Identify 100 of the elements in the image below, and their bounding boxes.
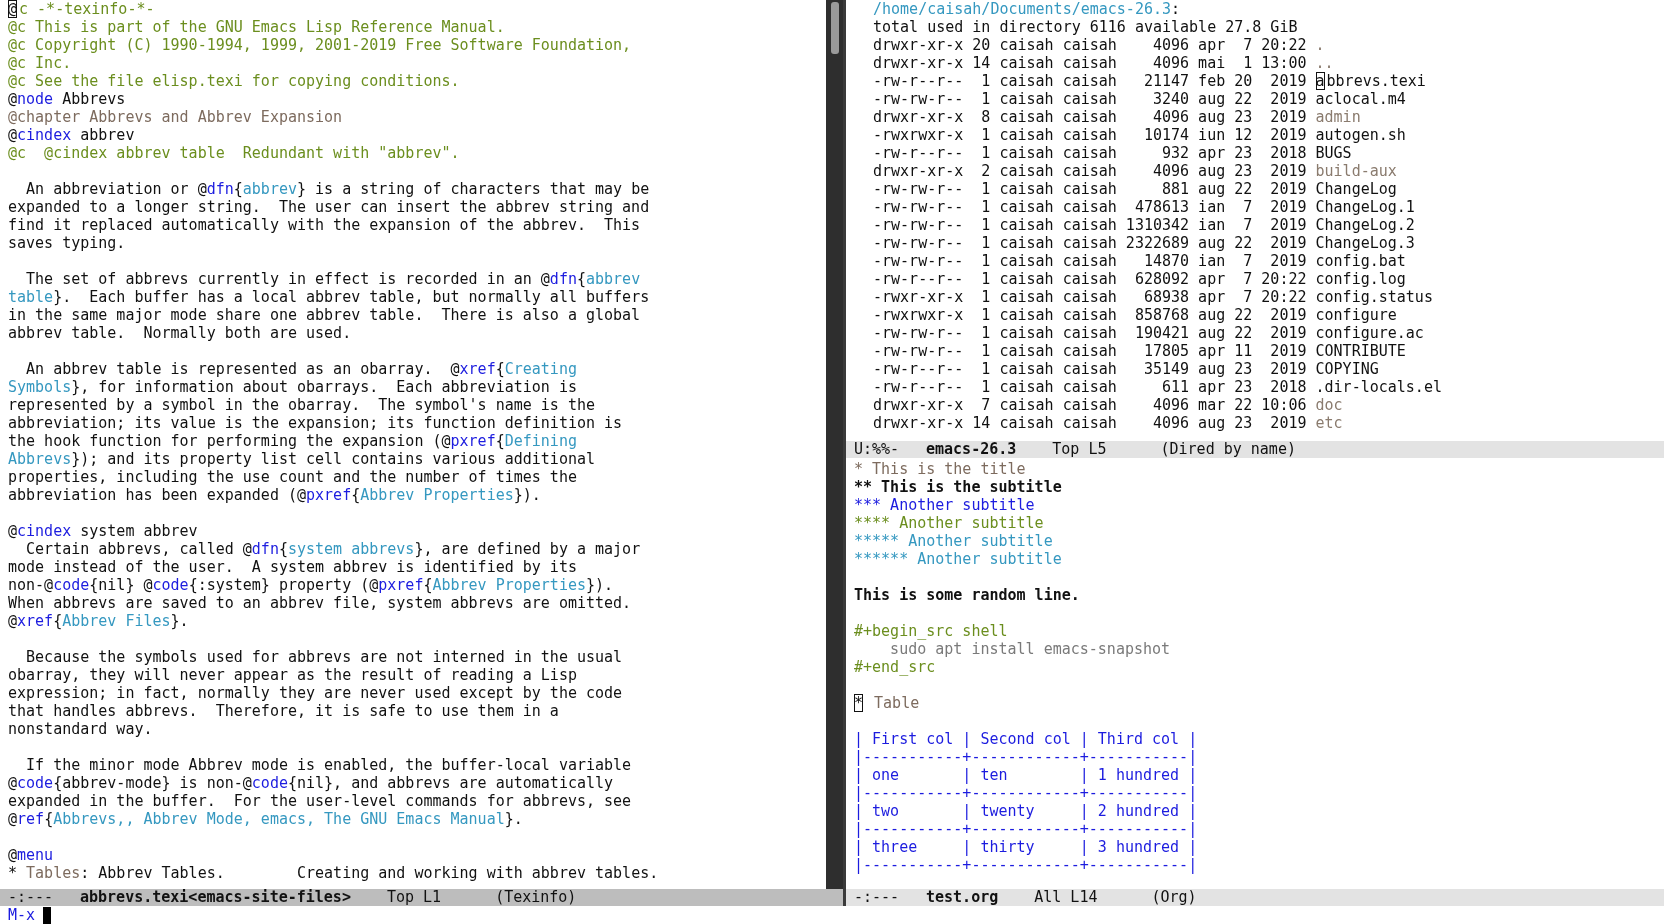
code-line: An abbreviation or @dfn{abbrev} is a string of characters that may be: [25, 180, 650, 198]
buffer-name: test.org: [926, 889, 999, 906]
directory-listing-line: -rw-rw-r-- 1 caisah caisah 881 aug 22 2019 ChangeLog: [873, 180, 1397, 198]
code-line: non-@code{nil} @code{:system} property (@pxref{Abbrev Properties}).: [8, 576, 614, 594]
code-line: abbrev table. Normally both are used.: [8, 324, 352, 342]
code-line: find it replaced automatically with the expansion of the abbrev. This: [8, 216, 641, 234]
code-line: Because the symbols used for abbrevs are not interned in the usual: [25, 648, 623, 666]
major-mode: (Dired by name): [1160, 441, 1296, 458]
directory-listing-line: -rw-rw-r-- 1 caisah caisah 17805 apr 11 2019 CONTRIBUTE: [873, 342, 1406, 360]
code-line: @node Abbrevs: [8, 90, 126, 108]
org-line: *** Another subtitle: [854, 496, 1035, 514]
org-line: ****** Another subtitle: [854, 550, 1062, 568]
code-line: @c See the file elisp.texi for copying conditions.: [8, 72, 460, 90]
directory-listing-line: -rw-rw-r-- 1 caisah caisah 14870 ian 7 2019 config.bat: [873, 252, 1406, 270]
directory-listing-line: drwxr-xr-x 20 caisah caisah 4096 apr 7 20:22 .: [873, 36, 1325, 54]
cursor-position: All L14: [1034, 889, 1098, 906]
directory-listing-line: -rw-rw-r-- 1 caisah caisah 478613 ian 7 2019 ChangeLog.1: [873, 198, 1415, 216]
minibuffer-prompt: M-x: [8, 906, 36, 924]
code-line: The set of abbrevs currently in effect is recorded in an @dfn{abbrev: [25, 270, 641, 288]
code-line: expanded to a longer string. The user can insert the abbrev string and: [8, 198, 650, 216]
directory-listing-line: drwxr-xr-x 8 caisah caisah 4096 aug 23 2019 admin: [873, 108, 1361, 126]
org-line: This is some random line.: [854, 586, 1080, 604]
buffer-name: abbrevs.texi<emacs-site-files>: [80, 889, 351, 906]
code-line: @c This is part of the GNU Emacs Lisp Reference Manual.: [8, 18, 505, 36]
org-line: **** Another subtitle: [854, 514, 1044, 532]
directory-listing-line: -rw-r--r-- 1 caisah caisah 932 apr 23 2018 BUGS: [873, 144, 1352, 162]
buffer-name: emacs-26.3: [926, 441, 1017, 458]
code-line: that handles abbrevs. Therefore, it is safe to use them in a: [8, 702, 559, 720]
org-line: |-----------+------------+-----------|: [854, 784, 1198, 802]
mode-line-status: -:---: [8, 889, 55, 906]
org-line: * This is the title: [854, 460, 1026, 478]
code-line: @c Inc.: [8, 54, 72, 72]
code-line: @cindex abbrev: [8, 126, 135, 144]
org-line: | one | ten | 1 hundred |: [854, 766, 1198, 784]
directory-listing-line: -rwxr-xr-x 1 caisah caisah 68938 apr 7 20:22 config.status: [873, 288, 1433, 306]
org-line: ***** Another subtitle: [854, 532, 1053, 550]
directory-listing-line: -rw-r--r-- 1 caisah caisah 628092 apr 7 20:22 config.log: [873, 270, 1406, 288]
code-line: abbreviation has been expanded (@pxref{Abbrev Properties}).: [8, 486, 541, 504]
code-line: * Tables: Abbrev Tables. Creating and working with abbrev tables.: [8, 864, 659, 882]
scrollbar[interactable]: [826, 0, 843, 889]
org-line: |-----------+------------+-----------|: [854, 820, 1198, 838]
org-line: | First col | Second col | Third col |: [854, 730, 1198, 748]
major-mode: (Org): [1151, 889, 1197, 906]
code-line: in the same major mode share one abbrev table. There is also a global: [8, 306, 641, 324]
code-line: @menu: [8, 846, 54, 864]
mode-line-status: U:%%-: [854, 441, 901, 458]
code-line: mode instead of the user. A system abbrev is identified by its: [8, 558, 577, 576]
code-line: table}. Each buffer has a local abbrev table, but normally all buffers: [8, 288, 650, 306]
code-line: @cindex system abbrev: [8, 522, 198, 540]
code-line: @c @cindex abbrev table Redundant with "abbrev".: [8, 144, 460, 162]
code-line: Certain abbrevs, called @dfn{system abbrevs}, are defined by a major: [25, 540, 641, 558]
major-mode: (Texinfo): [495, 889, 577, 906]
directory-listing-line: -rw-rw-r-- 1 caisah caisah 1310342 ian 7 2019 ChangeLog.2: [873, 216, 1415, 234]
code-line: @xref{Abbrev Files}.: [8, 612, 189, 630]
directory-listing-line: drwxr-xr-x 14 caisah caisah 4096 mai 1 13:00 ..: [873, 54, 1334, 72]
org-line: #+end_src: [854, 658, 936, 676]
code-line: If the minor mode Abbrev mode is enabled, the buffer-local variable: [25, 756, 632, 774]
code-line: @code{abbrev-mode} is non-@code{nil}, and abbrevs are automatically: [8, 774, 614, 792]
code-line: obarray, they will never appear as the result of reading a Lisp: [8, 666, 577, 684]
cursor-position: Top L1: [386, 889, 442, 906]
code-line: @chapter Abbrevs and Abbrev Expansion: [8, 108, 343, 126]
org-line: ** This is the subtitle: [854, 478, 1062, 496]
code-line: abbreviation; its value is the expansion; its function definition is: [8, 414, 623, 432]
code-line: @c Copyright (C) 1990-1994, 1999, 2001-2019 Free Software Foundation,: [8, 36, 632, 54]
cursor-block: [43, 906, 52, 924]
org-line: * Table: [854, 694, 920, 712]
code-line: Abbrevs}); and its property list cell contains various additional: [8, 450, 595, 468]
directory-listing-line: -rw-r--r-- 1 caisah caisah 35149 aug 23 2019 COPYING: [873, 360, 1379, 378]
org-line: | two | twenty | 2 hundred |: [854, 802, 1198, 820]
org-line: sudo apt install emacs-snapshot: [889, 640, 1171, 658]
org-line: | three | thirty | 3 hundred |: [854, 838, 1198, 856]
code-line: An abbrev table is represented as an obarray. @xref{Creating: [25, 360, 577, 378]
directory-listing-line: /home/caisah/Documents/emacs-26.3:: [873, 0, 1181, 18]
code-line: nonstandard way.: [8, 720, 153, 738]
code-line: When abbrevs are saved to an abbrev file, system abbrevs are omitted.: [8, 594, 632, 612]
code-line: @ref{Abbrevs,, Abbrev Mode, emacs, The GNU Emacs Manual}.: [8, 810, 523, 828]
cursor-position: Top L5: [1052, 441, 1107, 458]
org-line: |-----------+------------+-----------|: [854, 748, 1198, 766]
org-line: |-----------+------------+-----------|: [854, 856, 1198, 874]
directory-listing-line: -rw-r--r-- 1 caisah caisah 611 apr 23 2018 .dir-locals.el: [873, 378, 1442, 396]
code-line: saves typing.: [8, 234, 126, 252]
directory-listing-line: drwxr-xr-x 14 caisah caisah 4096 aug 23 2019 etc: [873, 414, 1343, 432]
code-line: properties, including the use count and the number of times the: [8, 468, 577, 486]
directory-listing-line: drwxr-xr-x 2 caisah caisah 4096 aug 23 2019 build-aux: [873, 162, 1397, 180]
directory-listing-line: -rw-rw-r-- 1 caisah caisah 2322689 aug 22 2019 ChangeLog.3: [873, 234, 1415, 252]
code-line: expression; in fact, normally they are never used except by the code: [8, 684, 623, 702]
directory-listing-line: -rwxrwxr-x 1 caisah caisah 858768 aug 22 2019 configure: [873, 306, 1397, 324]
code-line: Symbols}, for information about obarrays. Each abbreviation is: [8, 378, 577, 396]
directory-listing-line: -rw-rw-r-- 1 caisah caisah 190421 aug 22 2019 configure.ac: [873, 324, 1424, 342]
code-line: represented by a symbol in the obarray. The symbol's name is the: [8, 396, 595, 414]
code-line: expanded in the buffer. For the user-level commands for abbrevs, see: [8, 792, 632, 810]
org-line: #+begin_src shell: [854, 622, 1008, 640]
directory-listing-line: -rwxrwxr-x 1 caisah caisah 10174 iun 12 2019 autogen.sh: [873, 126, 1406, 144]
directory-listing-line: total used in directory 6116 available 27.8 GiB: [873, 18, 1298, 36]
scrollbar-thumb[interactable]: [830, 2, 839, 54]
code-line: the hook function for performing the expansion (@pxref{Defining: [8, 432, 577, 450]
mode-line-status: -:---: [854, 889, 901, 906]
directory-listing-line: -rw-r--r-- 1 caisah caisah 21147 feb 20 2019 a bbrevs.texi: [873, 72, 1426, 90]
directory-listing-line: drwxr-xr-x 7 caisah caisah 4096 mar 22 10:06 doc: [873, 396, 1343, 414]
directory-listing-line: -rw-rw-r-- 1 caisah caisah 3240 aug 22 2019 aclocal.m4: [873, 90, 1406, 108]
